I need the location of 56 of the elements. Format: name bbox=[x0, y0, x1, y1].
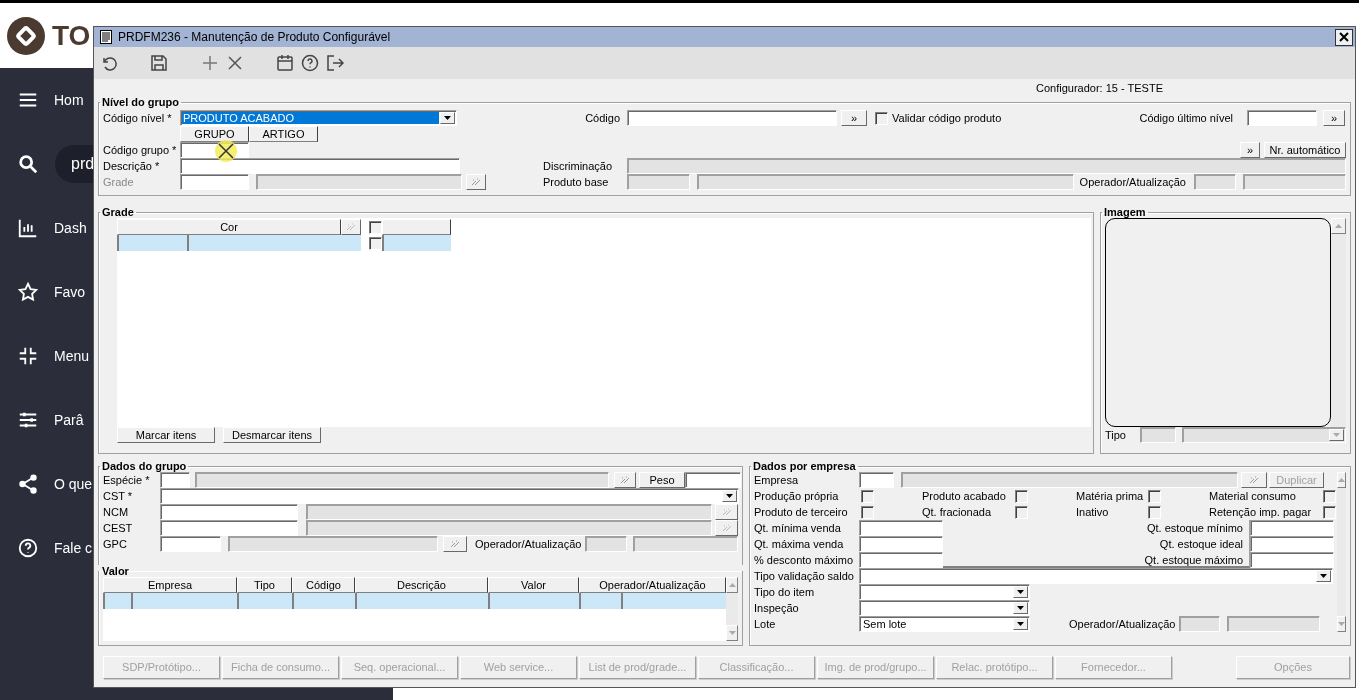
section-title: Imagem bbox=[1103, 206, 1147, 218]
field-label: Código nível * bbox=[103, 111, 173, 126]
field-label: Discriminação bbox=[543, 159, 614, 174]
field-label: CEST bbox=[103, 521, 134, 536]
checkbox-label: Validar código produto bbox=[892, 111, 1002, 126]
field-label: Produto base bbox=[543, 175, 610, 190]
column-header: Cor bbox=[117, 219, 341, 235]
checkbox-label: Qt. fracionada bbox=[922, 505, 993, 520]
logo-text: TO bbox=[52, 19, 91, 52]
checkbox-label: Retenção imp. pagar bbox=[1209, 505, 1313, 520]
field-label: Qt. estoque ideal bbox=[1159, 537, 1243, 552]
column-header: Tipo bbox=[237, 577, 292, 593]
field-label: Espécie * bbox=[103, 473, 151, 488]
column-header: Empresa bbox=[103, 577, 237, 593]
field-label: Descrição * bbox=[103, 159, 161, 174]
section-title: Grade bbox=[101, 206, 135, 218]
section-title: Nível do grupo bbox=[101, 96, 180, 108]
field-label: % desconto máximo bbox=[754, 553, 855, 568]
field-label: Peso bbox=[639, 472, 685, 488]
configurator-label: Configurador: 15 - TESTE bbox=[1036, 80, 1163, 96]
column-header: Operador/Atualização bbox=[579, 577, 726, 593]
field-label: Código grupo * bbox=[103, 143, 178, 158]
field-label: Tipo bbox=[1105, 428, 1127, 443]
field-label: Tipo do item bbox=[754, 585, 816, 600]
column-header: Descrição bbox=[355, 577, 488, 593]
field-label: Inspeção bbox=[754, 601, 800, 616]
field-label: Grade bbox=[103, 175, 135, 190]
window-title: PRDFM236 - Manutenção de Produto Configurável bbox=[118, 30, 391, 44]
field-label: CST * bbox=[103, 489, 134, 504]
field-label: Operador/Atualização bbox=[475, 537, 582, 552]
field-label: GPC bbox=[103, 537, 128, 552]
section-title: Dados por empresa bbox=[752, 460, 857, 472]
checkbox-label: Matéria prima bbox=[1076, 489, 1145, 504]
field-label: Lote bbox=[754, 617, 777, 632]
column-header: ARTIGO bbox=[249, 126, 318, 142]
checkbox-label: Material consumo bbox=[1209, 489, 1297, 504]
field-label: Empresa bbox=[754, 473, 800, 488]
field-label: Operador/Atualização bbox=[1069, 617, 1176, 632]
checkbox-label: Produto de terceiro bbox=[754, 505, 849, 520]
field-label: Código último nível bbox=[1139, 111, 1233, 126]
field-label: Qt. estoque mínimo bbox=[1147, 521, 1243, 536]
field-label: Qt. estoque máximo bbox=[1144, 553, 1243, 568]
field-label: Operador/Atualização bbox=[1079, 175, 1186, 190]
section-title: Dados do grupo bbox=[101, 460, 188, 472]
field-label: Tipo validação saldo bbox=[754, 569, 855, 584]
section-title: Valor bbox=[101, 565, 130, 577]
field-label: Qt. mínima venda bbox=[754, 521, 842, 536]
column-header: Valor bbox=[488, 577, 579, 593]
checkbox-label: Produção própria bbox=[754, 489, 840, 504]
column-header: Código bbox=[292, 577, 355, 593]
field-label: NCM bbox=[103, 505, 130, 520]
field-label: Código bbox=[584, 111, 620, 126]
field-label: Qt. máxima venda bbox=[754, 537, 845, 552]
column-header: GRUPO bbox=[180, 126, 249, 142]
checkbox-label: Produto acabado bbox=[922, 489, 1007, 504]
checkbox-label: Inativo bbox=[1076, 505, 1110, 520]
